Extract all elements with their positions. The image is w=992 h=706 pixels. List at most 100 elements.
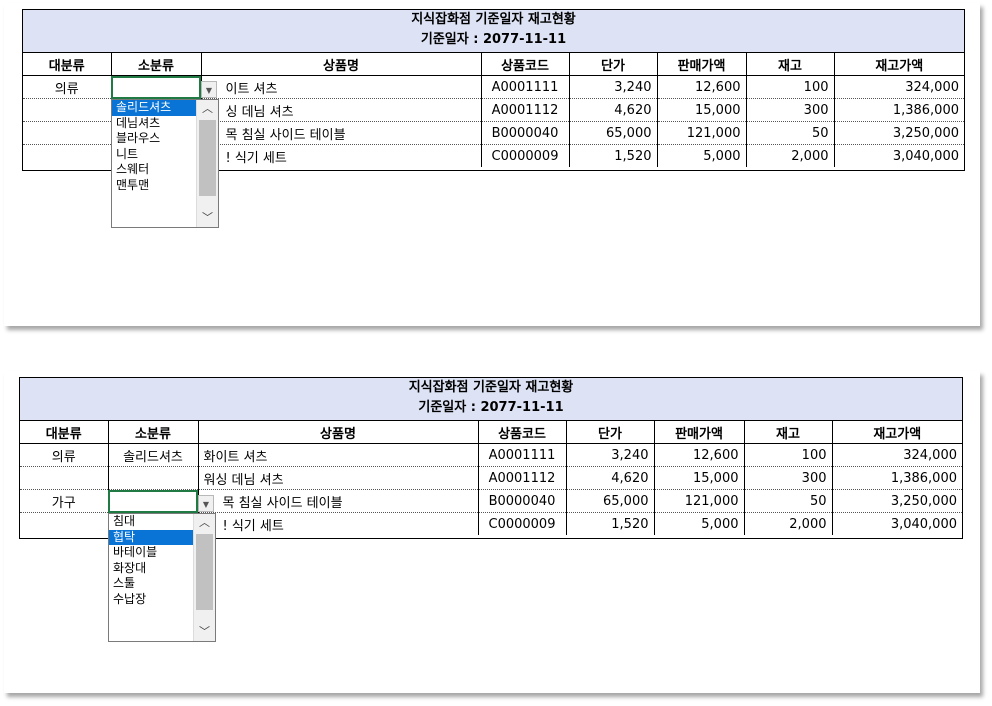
cell-category[interactable]: [23, 98, 112, 122]
header-cell[interactable]: 판매가액: [654, 421, 745, 444]
cell-stock[interactable]: 100: [744, 443, 833, 467]
chevron-down-icon[interactable]: ﹀: [194, 623, 215, 641]
header-row: 대분류 소분류 상품명 상품코드 단가 판매가액 재고 재고가액: [20, 421, 962, 444]
cell-sale-price[interactable]: 12,600: [657, 75, 747, 99]
table-row: 의류 이트 셔츠 A0001111 3,240 12,600 100 324,0…: [23, 75, 964, 99]
chevron-up-icon[interactable]: ︿: [194, 514, 215, 532]
cell-product-name[interactable]: 화이트 셔츠: [198, 443, 479, 467]
cell-product-name[interactable]: 워싱 데님 셔츠: [198, 466, 479, 490]
header-cell[interactable]: 상품명: [198, 421, 479, 444]
scrollbar-thumb[interactable]: [196, 534, 213, 610]
cell-unit-price[interactable]: 1,520: [569, 144, 658, 167]
cell-stock-value[interactable]: 3,040,000: [832, 513, 962, 536]
cell-stock[interactable]: 300: [746, 98, 835, 122]
cell-stock-value[interactable]: 1,386,000: [832, 466, 962, 490]
sheet-title-block: 지식잡화점 기준일자 재고현황 기준일자 : 2077-11-11: [20, 378, 962, 421]
subcategory-dropdown-list[interactable]: 솔리드셔츠 데님셔츠 블라우스 니트 스웨터 맨투맨 ︿ ﹀: [111, 99, 219, 228]
header-cell[interactable]: 재고가액: [834, 53, 964, 76]
cell-category[interactable]: [20, 466, 109, 490]
cell-product-name[interactable]: 싱 데님 셔츠: [201, 98, 482, 122]
cell-product-code[interactable]: A0001112: [478, 466, 567, 490]
cell-product-code[interactable]: C0000009: [478, 512, 567, 535]
dropdown-arrow-button[interactable]: ▼: [198, 495, 214, 512]
cell-product-code[interactable]: B0000040: [478, 489, 567, 513]
cell-stock-value[interactable]: 3,250,000: [834, 121, 964, 145]
cell-unit-price[interactable]: 4,620: [569, 98, 658, 122]
table-row: 의류 솔리드셔츠 화이트 셔츠 A0001111 3,240 12,600 10…: [20, 443, 962, 467]
cell-unit-price[interactable]: 3,240: [566, 443, 655, 467]
header-cell[interactable]: 재고: [746, 53, 835, 76]
sheet-title-block: 지식잡화점 기준일자 재고현황 기준일자 : 2077-11-11: [23, 10, 964, 53]
header-cell[interactable]: 상품명: [201, 53, 482, 76]
cell-stock-value[interactable]: 1,386,000: [834, 98, 964, 122]
panel-bottom: 지식잡화점 기준일자 재고현황 기준일자 : 2077-11-11 대분류 소분…: [4, 371, 980, 693]
cell-product-name[interactable]: 목 침실 사이드 테이블: [201, 121, 482, 145]
cell-product-name[interactable]: ! 식기 세트: [201, 144, 482, 167]
cell-sale-price[interactable]: 5,000: [654, 512, 745, 535]
cell-category[interactable]: 의류: [20, 443, 109, 467]
chevron-up-icon[interactable]: ︿: [197, 100, 218, 118]
cell-sale-price[interactable]: 121,000: [654, 489, 745, 513]
header-cell[interactable]: 소분류: [111, 53, 202, 76]
cell-product-name[interactable]: ! 식기 세트: [198, 512, 479, 535]
cell-stock[interactable]: 50: [744, 489, 833, 513]
header-cell[interactable]: 상품코드: [481, 53, 570, 76]
cell-category[interactable]: [23, 121, 112, 145]
cell-stock-value[interactable]: 3,040,000: [834, 145, 964, 168]
cell-product-code[interactable]: C0000009: [481, 144, 570, 167]
cell-stock-value[interactable]: 3,250,000: [832, 489, 962, 513]
chevron-down-icon[interactable]: ﹀: [197, 209, 218, 227]
cell-subcategory-active[interactable]: [108, 489, 199, 513]
cell-subcategory[interactable]: [108, 466, 199, 490]
header-row: 대분류 소분류 상품명 상품코드 단가 판매가액 재고 재고가액: [23, 53, 964, 76]
sheet-date: 기준일자 : 2077-11-11: [420, 32, 567, 47]
cell-sale-price[interactable]: 15,000: [654, 466, 745, 490]
cell-unit-price[interactable]: 3,240: [569, 75, 658, 99]
cell-category[interactable]: 의류: [23, 75, 112, 99]
cell-subcategory[interactable]: 솔리드셔츠: [108, 443, 199, 467]
header-cell[interactable]: 상품코드: [478, 421, 567, 444]
cell-product-code[interactable]: A0001112: [481, 98, 570, 122]
cell-stock-value[interactable]: 324,000: [832, 443, 962, 467]
cell-stock[interactable]: 100: [746, 75, 835, 99]
table-row: 워싱 데님 셔츠 A0001112 4,620 15,000 300 1,386…: [20, 466, 962, 490]
header-cell[interactable]: 단가: [566, 421, 655, 444]
header-cell[interactable]: 단가: [569, 53, 658, 76]
cell-unit-price[interactable]: 65,000: [566, 489, 655, 513]
sheet-title: 지식잡화점 기준일자 재고현황: [408, 380, 574, 395]
cell-unit-price[interactable]: 65,000: [569, 121, 658, 145]
cell-product-name[interactable]: 목 침실 사이드 테이블: [198, 489, 479, 513]
cell-stock[interactable]: 2,000: [744, 512, 833, 535]
header-cell[interactable]: 대분류: [23, 53, 112, 76]
cell-stock-value[interactable]: 324,000: [834, 75, 964, 99]
cell-sale-price[interactable]: 12,600: [654, 443, 745, 467]
cell-category[interactable]: [20, 512, 109, 535]
cell-unit-price[interactable]: 1,520: [566, 512, 655, 535]
cell-stock[interactable]: 300: [744, 466, 833, 490]
cell-sale-price[interactable]: 15,000: [657, 98, 747, 122]
subcategory-dropdown-list[interactable]: 침대 협탁 바테이블 화장대 스툴 수납장 ︿ ﹀: [108, 513, 216, 642]
cell-product-code[interactable]: B0000040: [481, 121, 570, 145]
cell-unit-price[interactable]: 4,620: [566, 466, 655, 490]
cell-stock[interactable]: 50: [746, 121, 835, 145]
header-cell[interactable]: 대분류: [20, 421, 109, 444]
header-cell[interactable]: 재고: [744, 421, 833, 444]
cell-product-code[interactable]: A0001111: [481, 75, 570, 99]
header-cell[interactable]: 소분류: [108, 421, 199, 444]
table-row: 가구 목 침실 사이드 테이블 B0000040 65,000 121,000 …: [20, 489, 962, 513]
cell-category[interactable]: 가구: [20, 489, 109, 513]
cell-sale-price[interactable]: 121,000: [657, 121, 747, 145]
header-cell[interactable]: 판매가액: [657, 53, 747, 76]
scrollbar-thumb[interactable]: [199, 120, 216, 196]
dropdown-arrow-button[interactable]: ▼: [201, 81, 217, 98]
header-cell[interactable]: 재고가액: [832, 421, 962, 444]
cell-stock[interactable]: 2,000: [746, 144, 835, 167]
cell-sale-price[interactable]: 5,000: [657, 144, 747, 167]
cell-category[interactable]: [23, 144, 112, 167]
cell-subcategory-active[interactable]: [111, 75, 202, 99]
cell-product-code[interactable]: A0001111: [478, 443, 567, 467]
cell-product-name[interactable]: 이트 셔츠: [201, 75, 482, 99]
dropdown-scrollbar[interactable]: ︿ ﹀: [196, 100, 218, 227]
dropdown-scrollbar[interactable]: ︿ ﹀: [193, 514, 215, 641]
sheet-title: 지식잡화점 기준일자 재고현황: [411, 12, 576, 27]
